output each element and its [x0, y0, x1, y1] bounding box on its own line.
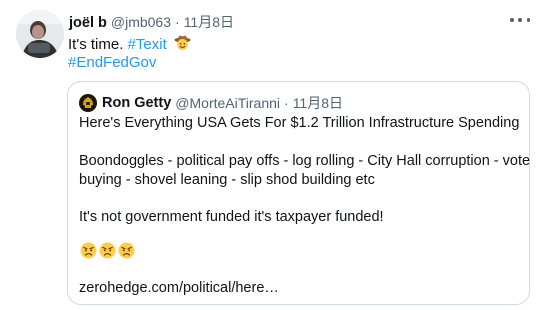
quoted-avatar[interactable] — [79, 94, 97, 112]
helmet-icon — [83, 97, 93, 108]
angry-face-icon — [118, 242, 135, 259]
avatar[interactable] — [16, 10, 64, 58]
angry-emoji-row — [80, 242, 135, 259]
quoted-tweet[interactable]: Ron Getty @MorteAiTiranni · 11月8日 Here's… — [67, 81, 530, 305]
angry-face-icon — [80, 242, 97, 259]
quoted-tweet-date[interactable]: 11月8日 — [293, 93, 343, 113]
quoted-text-line1: Here's Everything USA Gets For $1.2 Tril… — [79, 115, 520, 131]
quoted-separator-dot: · — [284, 95, 289, 111]
tweet-text-line2: #EndFedGov — [68, 53, 156, 72]
quoted-text-line4: It's not government funded it's taxpayer… — [79, 209, 384, 225]
quoted-tweet-header: Ron Getty @MorteAiTiranni · 11月8日 — [79, 93, 343, 113]
tweet: joël b @jmb063 · 11月8日 It's time. #Texit… — [0, 0, 545, 310]
author-name[interactable]: joël b — [69, 15, 107, 31]
quoted-link[interactable]: zerohedge.com/political/here… — [79, 279, 279, 298]
quoted-author-name[interactable]: Ron Getty — [102, 95, 171, 111]
hashtag-texit[interactable]: #Texit — [128, 36, 167, 53]
tweet-text-prefix: It's time. — [68, 36, 124, 53]
author-handle[interactable]: @jmb063 — [111, 14, 171, 30]
quoted-text-line3: buying - shovel leaning - slip shod buil… — [79, 172, 375, 188]
quoted-text-line2: Boondoggles - political pay offs - log r… — [79, 153, 531, 169]
avatar-photo — [16, 10, 64, 58]
more-horizontal-icon[interactable] — [510, 13, 530, 27]
quoted-author-handle[interactable]: @MorteAiTiranni — [175, 95, 280, 111]
tweet-date[interactable]: 11月8日 — [184, 12, 234, 32]
cowboy-hat-face-icon — [174, 34, 191, 56]
separator-dot: · — [175, 14, 180, 30]
tweet-header: joël b @jmb063 · 11月8日 — [69, 12, 234, 32]
angry-face-icon — [99, 242, 116, 259]
hashtag-endfedgov[interactable]: #EndFedGov — [68, 54, 156, 71]
